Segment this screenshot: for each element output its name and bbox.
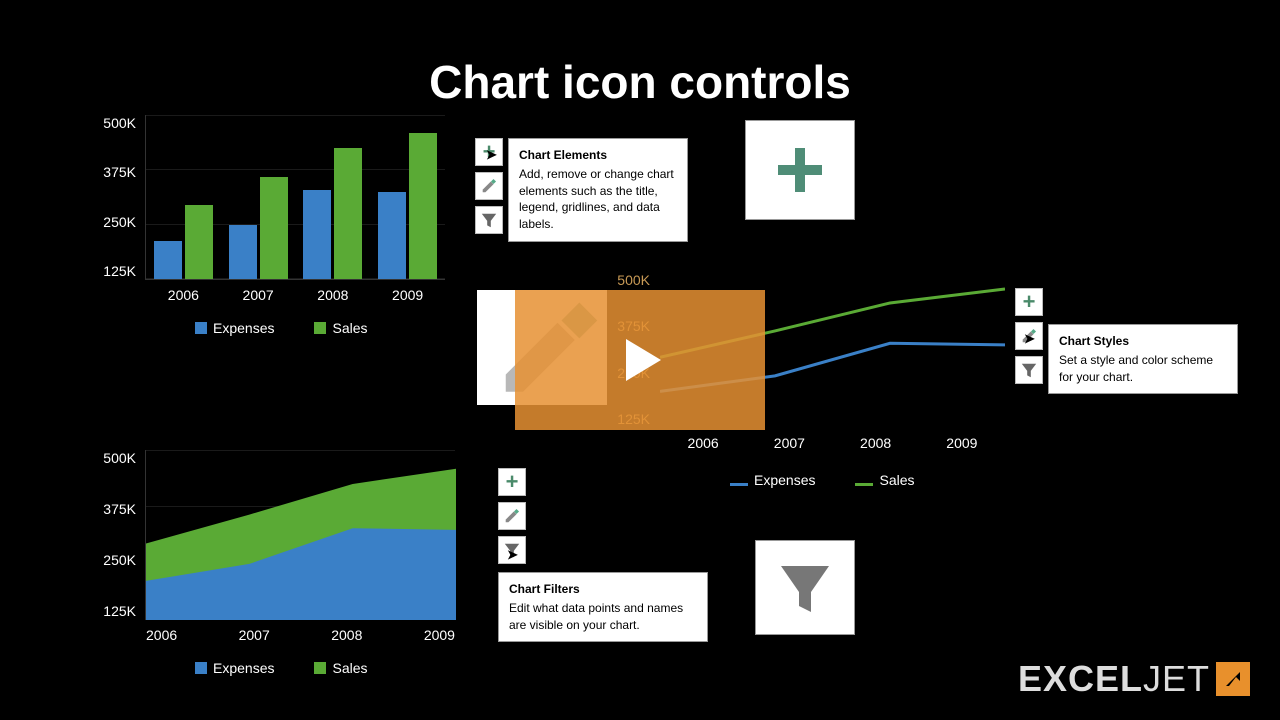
icon-strip-filters: + ➤ — [498, 468, 526, 564]
line-legend: Expenses Sales — [730, 472, 915, 488]
plus-icon-large — [745, 120, 855, 220]
exceljet-logo: EXCELJET — [1018, 658, 1250, 700]
area-x-axis: 2006 2007 2008 2009 — [146, 619, 455, 643]
tooltip-chart-elements: Chart Elements Add, remove or change cha… — [508, 138, 688, 242]
area-legend: Expenses Sales — [195, 660, 368, 676]
funnel-icon[interactable]: ➤ — [498, 536, 526, 564]
brush-icon[interactable] — [475, 172, 503, 200]
funnel-icon[interactable] — [1015, 356, 1043, 384]
bar-series — [146, 115, 445, 279]
bar-chart: 500K 375K 250K 125K 2006 2007 2008 2009 … — [145, 115, 445, 280]
area-y-axis: 500K 375K 250K 125K — [103, 450, 146, 619]
page-title: Chart icon controls — [0, 55, 1280, 109]
plus-icon[interactable]: + — [1015, 288, 1043, 316]
bar-legend: Expenses Sales — [195, 320, 368, 336]
line-x-axis: 2006 2007 2008 2009 — [660, 427, 1005, 451]
logo-arrow-icon — [1216, 662, 1250, 696]
plus-icon[interactable]: + — [498, 468, 526, 496]
area-series — [146, 450, 456, 620]
tooltip-chart-styles: Chart Styles Set a style and color schem… — [1048, 324, 1238, 394]
funnel-icon-large — [755, 540, 855, 635]
play-button[interactable] — [515, 290, 765, 430]
bar-y-axis: 500K 375K 250K 125K — [103, 115, 146, 279]
icon-strip-styles: + ➤ — [1015, 288, 1043, 384]
brush-icon[interactable]: ➤ — [1015, 322, 1043, 350]
funnel-icon[interactable] — [475, 206, 503, 234]
icon-strip-elements: + ➤ — [475, 138, 503, 234]
brush-icon[interactable] — [498, 502, 526, 530]
area-chart: 500K 375K 250K 125K 2006 2007 2008 2009 … — [145, 450, 455, 620]
tooltip-chart-filters: Chart Filters Edit what data points and … — [498, 572, 708, 642]
plus-icon[interactable]: + ➤ — [475, 138, 503, 166]
bar-x-axis: 2006 2007 2008 2009 — [146, 279, 445, 303]
